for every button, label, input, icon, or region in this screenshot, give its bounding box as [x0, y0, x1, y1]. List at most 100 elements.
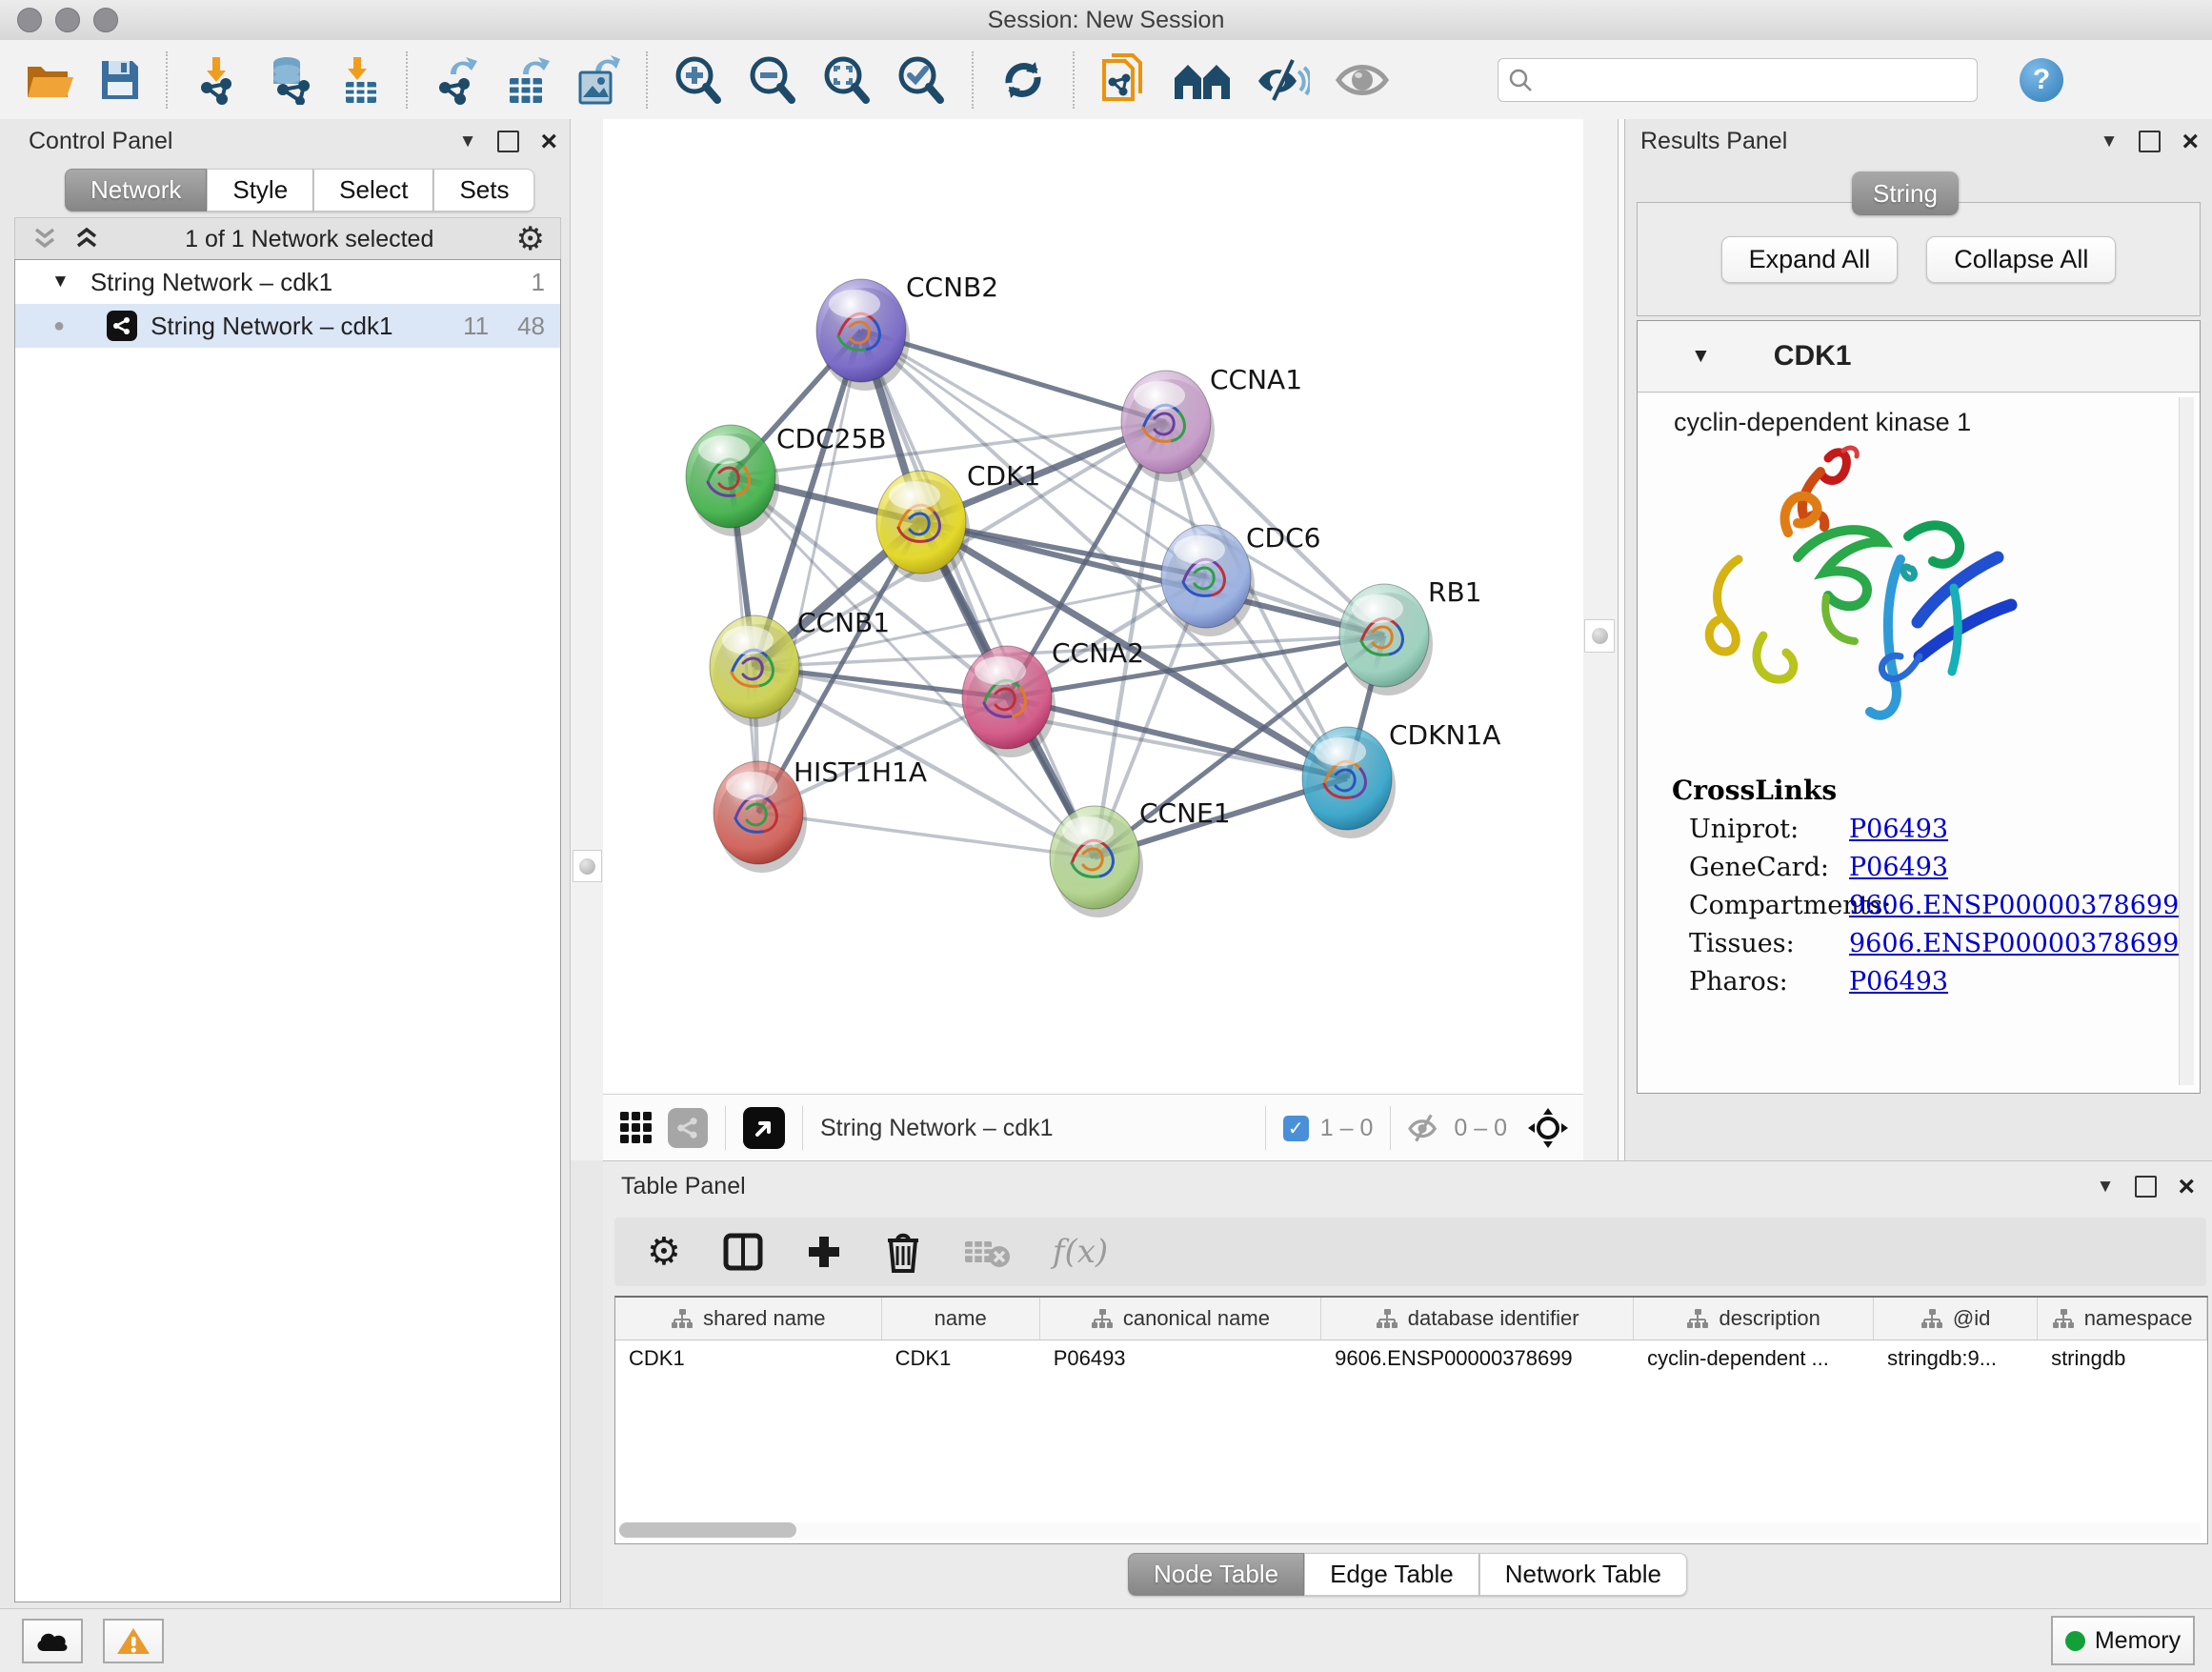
- right-splitter-handle[interactable]: [1584, 619, 1615, 653]
- network-graph[interactable]: CCNB2CCNA1CDC25BCDK1CDC6RB1CCNB1CCNA2CDK…: [603, 119, 1583, 1094]
- protein-card-header[interactable]: ▼ CDK1: [1638, 321, 2200, 393]
- column-header-database-identifier[interactable]: database identifier: [1321, 1298, 1634, 1340]
- crosslink-link[interactable]: 9606.ENSP00000378699: [1849, 929, 2179, 958]
- create-column-icon[interactable]: [805, 1233, 843, 1271]
- table-cell[interactable]: stringdb: [2038, 1340, 2207, 1377]
- crosslink-link[interactable]: P06493: [1849, 853, 1948, 882]
- open-session-button[interactable]: [13, 47, 88, 113]
- panel-close-icon[interactable]: ×: [2182, 132, 2199, 151]
- column-header-shared-name[interactable]: shared name: [615, 1298, 882, 1340]
- table-hscrollbar[interactable]: [619, 1522, 2201, 1540]
- zoom-selected-button[interactable]: [884, 47, 958, 113]
- network-collection-row[interactable]: ▼ String Network – cdk1 1: [15, 260, 560, 304]
- export-network-button[interactable]: [421, 47, 492, 113]
- column-header-name[interactable]: name: [882, 1298, 1040, 1340]
- zoom-fit-button[interactable]: [810, 47, 884, 113]
- edge-CCNB2-HIST1H1A[interactable]: [758, 331, 861, 813]
- crosslink-link[interactable]: P06493: [1849, 815, 1948, 844]
- table-cell[interactable]: cyclin-dependent ...: [1634, 1340, 1874, 1377]
- table-row[interactable]: CDK1CDK1P064939606.ENSP00000378699cyclin…: [615, 1340, 2207, 1377]
- network-node-CDKN1A[interactable]: [1302, 727, 1396, 838]
- table-cell[interactable]: stringdb:9...: [1874, 1340, 2038, 1377]
- selected-nodes-checkbox[interactable]: ✓: [1283, 1116, 1309, 1141]
- show-columns-icon[interactable]: [723, 1232, 763, 1272]
- fit-content-icon[interactable]: [1526, 1106, 1570, 1150]
- table-cell[interactable]: 9606.ENSP00000378699: [1321, 1340, 1634, 1377]
- network-node-CCNA1[interactable]: [1121, 371, 1215, 482]
- crosslink-link[interactable]: 9606.ENSP00000378699: [1849, 891, 2179, 920]
- crosslink-link[interactable]: P06493: [1849, 967, 1948, 997]
- delete-column-icon[interactable]: [885, 1231, 921, 1273]
- tab-select[interactable]: Select: [313, 169, 433, 212]
- network-node-CCNE1[interactable]: [1050, 806, 1143, 917]
- expand-all-icon[interactable]: [74, 227, 103, 252]
- table-cell[interactable]: CDK1: [615, 1340, 882, 1377]
- network-node-CCNA2[interactable]: [962, 646, 1056, 757]
- tab-sets[interactable]: Sets: [433, 169, 534, 212]
- network-node-CDK1[interactable]: [876, 471, 970, 582]
- tab-style[interactable]: Style: [207, 169, 313, 212]
- export-table-button[interactable]: [492, 47, 562, 113]
- collapse-all-icon[interactable]: [32, 227, 61, 252]
- grid-view-icon[interactable]: [618, 1110, 654, 1146]
- network-node-RB1[interactable]: [1339, 584, 1433, 695]
- save-session-button[interactable]: [88, 47, 152, 113]
- panel-maximize-icon[interactable]: [2139, 131, 2161, 152]
- clone-network-button[interactable]: [1088, 47, 1160, 113]
- zoom-in-button[interactable]: [661, 47, 735, 113]
- column-header-canonical-name[interactable]: canonical name: [1040, 1298, 1321, 1340]
- tab-edge-table[interactable]: Edge Table: [1304, 1553, 1479, 1596]
- warnings-button[interactable]: [103, 1619, 164, 1663]
- table-cell[interactable]: CDK1: [882, 1340, 1040, 1377]
- import-network-file-button[interactable]: [181, 47, 251, 113]
- cloud-services-button[interactable]: [22, 1619, 83, 1663]
- network-view-icon[interactable]: [668, 1108, 708, 1148]
- collection-expander-icon[interactable]: ▼: [51, 272, 70, 292]
- tab-network-table[interactable]: Network Table: [1479, 1553, 1687, 1596]
- expand-all-button[interactable]: Expand All: [1721, 236, 1899, 283]
- tab-network[interactable]: Network: [65, 169, 207, 212]
- zoom-in-icon: [674, 54, 723, 106]
- column-header--id[interactable]: @id: [1874, 1298, 2038, 1340]
- panel-maximize-icon[interactable]: [497, 131, 519, 152]
- panel-float-icon[interactable]: ▼: [459, 131, 477, 152]
- network-node-CCNB2[interactable]: [816, 279, 910, 391]
- left-splitter[interactable]: [571, 119, 603, 1160]
- column-header-namespace[interactable]: namespace: [2038, 1298, 2207, 1340]
- tab-node-table[interactable]: Node Table: [1128, 1553, 1304, 1596]
- table-cell[interactable]: P06493: [1040, 1340, 1321, 1377]
- hide-panels-button[interactable]: [1244, 47, 1322, 113]
- panel-close-icon[interactable]: ×: [2178, 1178, 2195, 1196]
- crosslink-row: Tissues:9606.ENSP00000378699: [1689, 929, 2200, 958]
- show-welcome-button[interactable]: [1160, 47, 1244, 113]
- column-header-description[interactable]: description: [1634, 1298, 1874, 1340]
- hidden-items-icon[interactable]: [1408, 1114, 1444, 1142]
- network-row-selected[interactable]: ● String Network – cdk1 11 48: [15, 304, 560, 348]
- memory-button[interactable]: Memory: [2051, 1616, 2195, 1665]
- panel-float-icon[interactable]: ▼: [2101, 131, 2119, 152]
- gear-icon[interactable]: ⚙: [516, 220, 545, 258]
- tab-string[interactable]: String: [1852, 171, 1959, 215]
- search-input[interactable]: [1533, 66, 1967, 94]
- help-button[interactable]: ?: [2020, 58, 2063, 102]
- birds-eye-view-toggle[interactable]: [743, 1107, 785, 1149]
- show-panels-button[interactable]: [1322, 47, 1402, 113]
- toolbar-search-field[interactable]: [1498, 58, 1978, 102]
- import-table-file-button[interactable]: [326, 47, 392, 113]
- collapse-caret-icon[interactable]: ▼: [1691, 345, 1711, 368]
- scrollbar-thumb[interactable]: [619, 1522, 796, 1538]
- panel-close-icon[interactable]: ×: [540, 132, 557, 151]
- edge-CCNE1-HIST1H1A[interactable]: [758, 813, 1095, 857]
- zoom-out-button[interactable]: [735, 47, 810, 113]
- collapse-all-button[interactable]: Collapse All: [1926, 236, 2116, 283]
- import-network-database-button[interactable]: [251, 47, 326, 113]
- left-splitter-handle[interactable]: [573, 850, 602, 882]
- table-options-gear-icon[interactable]: ⚙: [647, 1230, 681, 1274]
- export-image-button[interactable]: [562, 47, 633, 113]
- results-scrollbar[interactable]: [2179, 397, 2194, 1085]
- panel-float-icon[interactable]: ▼: [2097, 1177, 2115, 1198]
- apply-layout-button[interactable]: [987, 47, 1059, 113]
- network-canvas[interactable]: CCNB2CCNA1CDC25BCDK1CDC6RB1CCNB1CCNA2CDK…: [603, 119, 1583, 1094]
- edge-CCNA2-CDKN1A[interactable]: [1007, 697, 1347, 778]
- panel-maximize-icon[interactable]: [2135, 1176, 2157, 1198]
